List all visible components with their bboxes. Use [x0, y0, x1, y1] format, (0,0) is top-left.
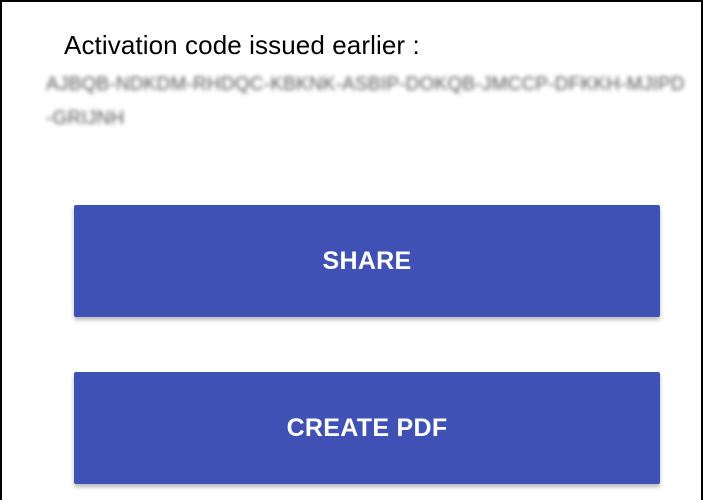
share-button-label: SHARE: [322, 246, 412, 275]
dialog-frame: Activation code issued earlier : AJBQB-N…: [0, 0, 703, 500]
activation-code-title: Activation code issued earlier :: [64, 30, 420, 60]
share-button[interactable]: SHARE: [74, 205, 660, 317]
create-pdf-button[interactable]: CREATE PDF: [74, 372, 660, 484]
create-pdf-button-label: CREATE PDF: [286, 413, 448, 442]
activation-code-value: AJBQB-NDKDM-RHDQC-KBKNK-ASBIP-DOKQB-JMCC…: [46, 74, 685, 129]
